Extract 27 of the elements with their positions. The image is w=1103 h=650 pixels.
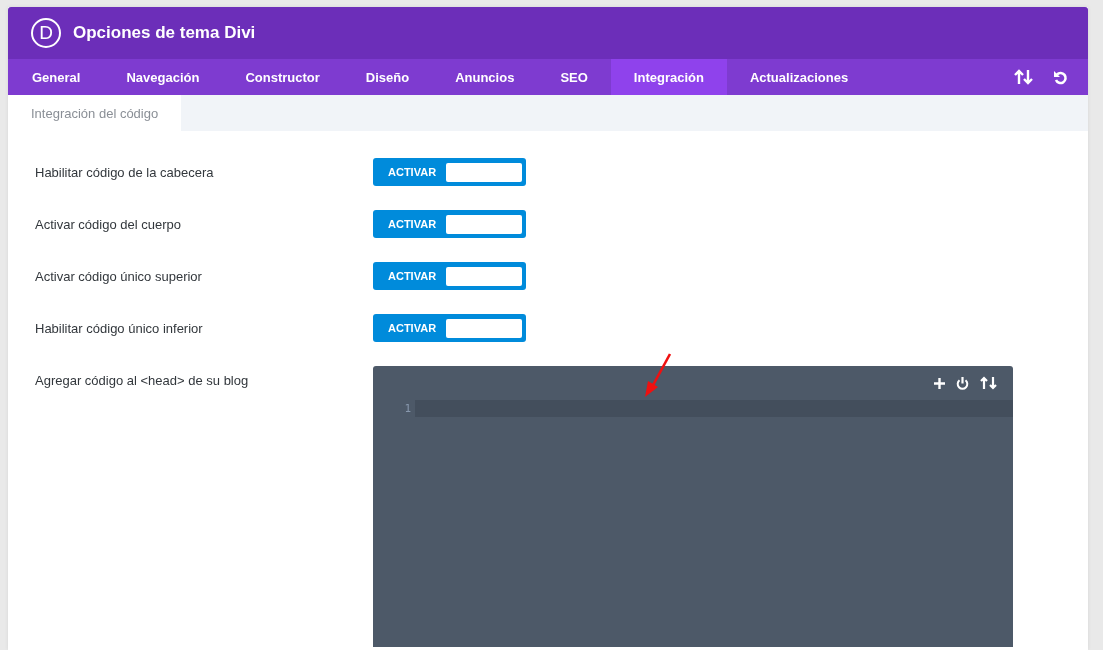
window-title: Opciones de tema Divi	[73, 23, 256, 43]
toggle-switch[interactable]: ACTIVAR	[373, 314, 526, 342]
nav-tab[interactable]: Integración	[610, 59, 727, 95]
nav-tab[interactable]: Actualizaciones	[726, 59, 872, 95]
setting-label: Habilitar código único inferior	[35, 320, 204, 336]
setting-label: Activar código del cuerpo	[35, 216, 182, 232]
reset-icon[interactable]	[1053, 69, 1068, 85]
power-icon[interactable]	[956, 376, 969, 390]
sub-tab[interactable]: Integración del código	[8, 95, 182, 131]
line-number: 1	[403, 402, 412, 415]
annotation-arrow	[644, 353, 672, 397]
sort-arrows-icon[interactable]	[1014, 69, 1033, 85]
toggle-switch[interactable]: ACTIVAR	[373, 210, 526, 238]
toggle-switch[interactable]: ACTIVAR	[373, 262, 526, 290]
nav-tab[interactable]: Diseño	[342, 59, 433, 95]
nav-tab[interactable]: General	[9, 59, 104, 95]
divi-logo: D	[31, 18, 61, 48]
sort-arrows-icon[interactable]	[980, 376, 998, 390]
setting-label: Activar código único superior	[35, 268, 203, 284]
plus-icon[interactable]	[934, 377, 945, 389]
nav-tab[interactable]: SEO	[537, 59, 611, 95]
nav-tab[interactable]: Anuncios	[432, 59, 538, 95]
nav-tab[interactable]: Constructor	[222, 59, 343, 95]
nav-tab[interactable]: Navegación	[103, 59, 223, 95]
setting-label: Agregar código al <head> de su blog	[35, 372, 250, 388]
setting-label: Habilitar código de la cabecera	[35, 164, 215, 180]
toggle-switch[interactable]: ACTIVAR	[373, 158, 526, 186]
